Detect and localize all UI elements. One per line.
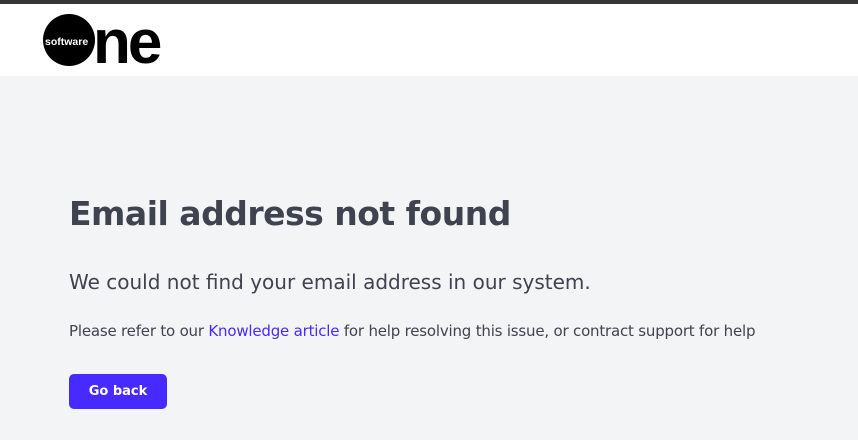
error-subtitle: We could not find your email address in …: [69, 270, 591, 294]
knowledge-article-link[interactable]: Knowledge article: [208, 322, 339, 340]
page-title: Email address not found: [69, 194, 511, 233]
help-text-prefix: Please refer to our: [69, 322, 209, 340]
softwareone-logo[interactable]: software ne: [43, 8, 193, 77]
site-header: software ne: [0, 4, 858, 77]
help-text-suffix: for help resolving this issue, or contra…: [339, 322, 756, 340]
softwareone-logo-graphic: software ne: [43, 8, 164, 77]
logo-large-text: ne: [93, 14, 161, 70]
go-back-button[interactable]: Go back: [69, 374, 167, 409]
main-content: Email address not found We could not fin…: [0, 76, 858, 440]
logo-small-text: software: [45, 36, 88, 48]
help-text: Please refer to our Knowledge article fo…: [69, 322, 755, 340]
